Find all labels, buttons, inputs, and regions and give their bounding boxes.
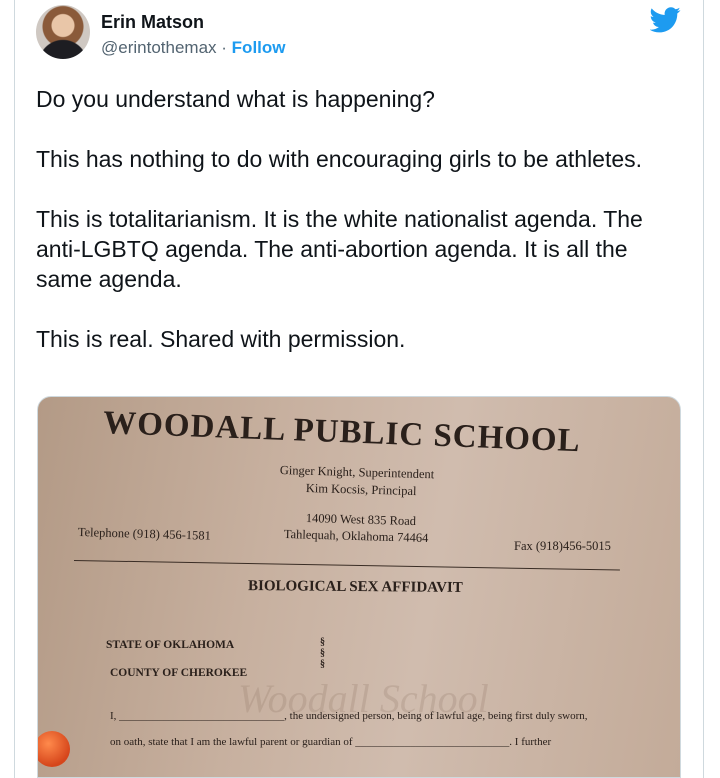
tweet-paragraph: This has nothing to do with encouraging … [36,146,643,172]
telephone-line: Telephone (918) 456-1581 [77,525,212,543]
county-label: COUNTY OF CHEROKEE [110,667,248,679]
affidavit-body-line-1: I, ______________________________, the u… [110,710,588,722]
header-rule [73,560,620,571]
tweet-paragraph: This is totalitarianism. It is the white… [36,206,650,292]
author-handle[interactable]: @erintothemax [101,38,217,57]
follow-button[interactable]: Follow [232,38,286,57]
affidavit-document: Woodall School WOODALL PUBLIC SCHOOL Gin… [38,397,680,777]
affidavit-body-line-2: on oath, state that I am the lawful pare… [110,736,552,748]
tweet-paragraph: Do you understand what is happening? [36,86,435,112]
section-marks: § § § [320,637,325,670]
author-handle-row: @erintothemax · Follow [101,38,286,58]
school-name: WOODALL PUBLIC SCHOOL [102,405,582,460]
affidavit-title: BIOLOGICAL SEX AFFIDAVIT [247,578,463,596]
handle-separator: · [221,38,227,57]
tweet-photo[interactable]: Woodall School WOODALL PUBLIC SCHOOL Gin… [37,396,681,778]
address-line-1: 14090 West 835 Road [305,511,417,529]
author-name[interactable]: Erin Matson [101,12,204,33]
state-label: STATE OF OKLAHOMA [106,639,235,651]
orange-object [38,731,70,767]
address-line-2: Tahlequah, Oklahoma 74464 [283,527,429,546]
author-avatar[interactable] [36,5,90,59]
principal-line: Kim Kocsis, Principal [305,481,417,499]
fax-line: Fax (918)456-5015 [514,539,611,553]
superintendent-line: Ginger Knight, Superintendent [279,463,435,482]
tweet-paragraph: This is real. Shared with permission. [36,326,406,352]
tweet-text: Do you understand what is happening? Thi… [36,84,686,384]
twitter-bird-icon[interactable] [650,7,681,33]
